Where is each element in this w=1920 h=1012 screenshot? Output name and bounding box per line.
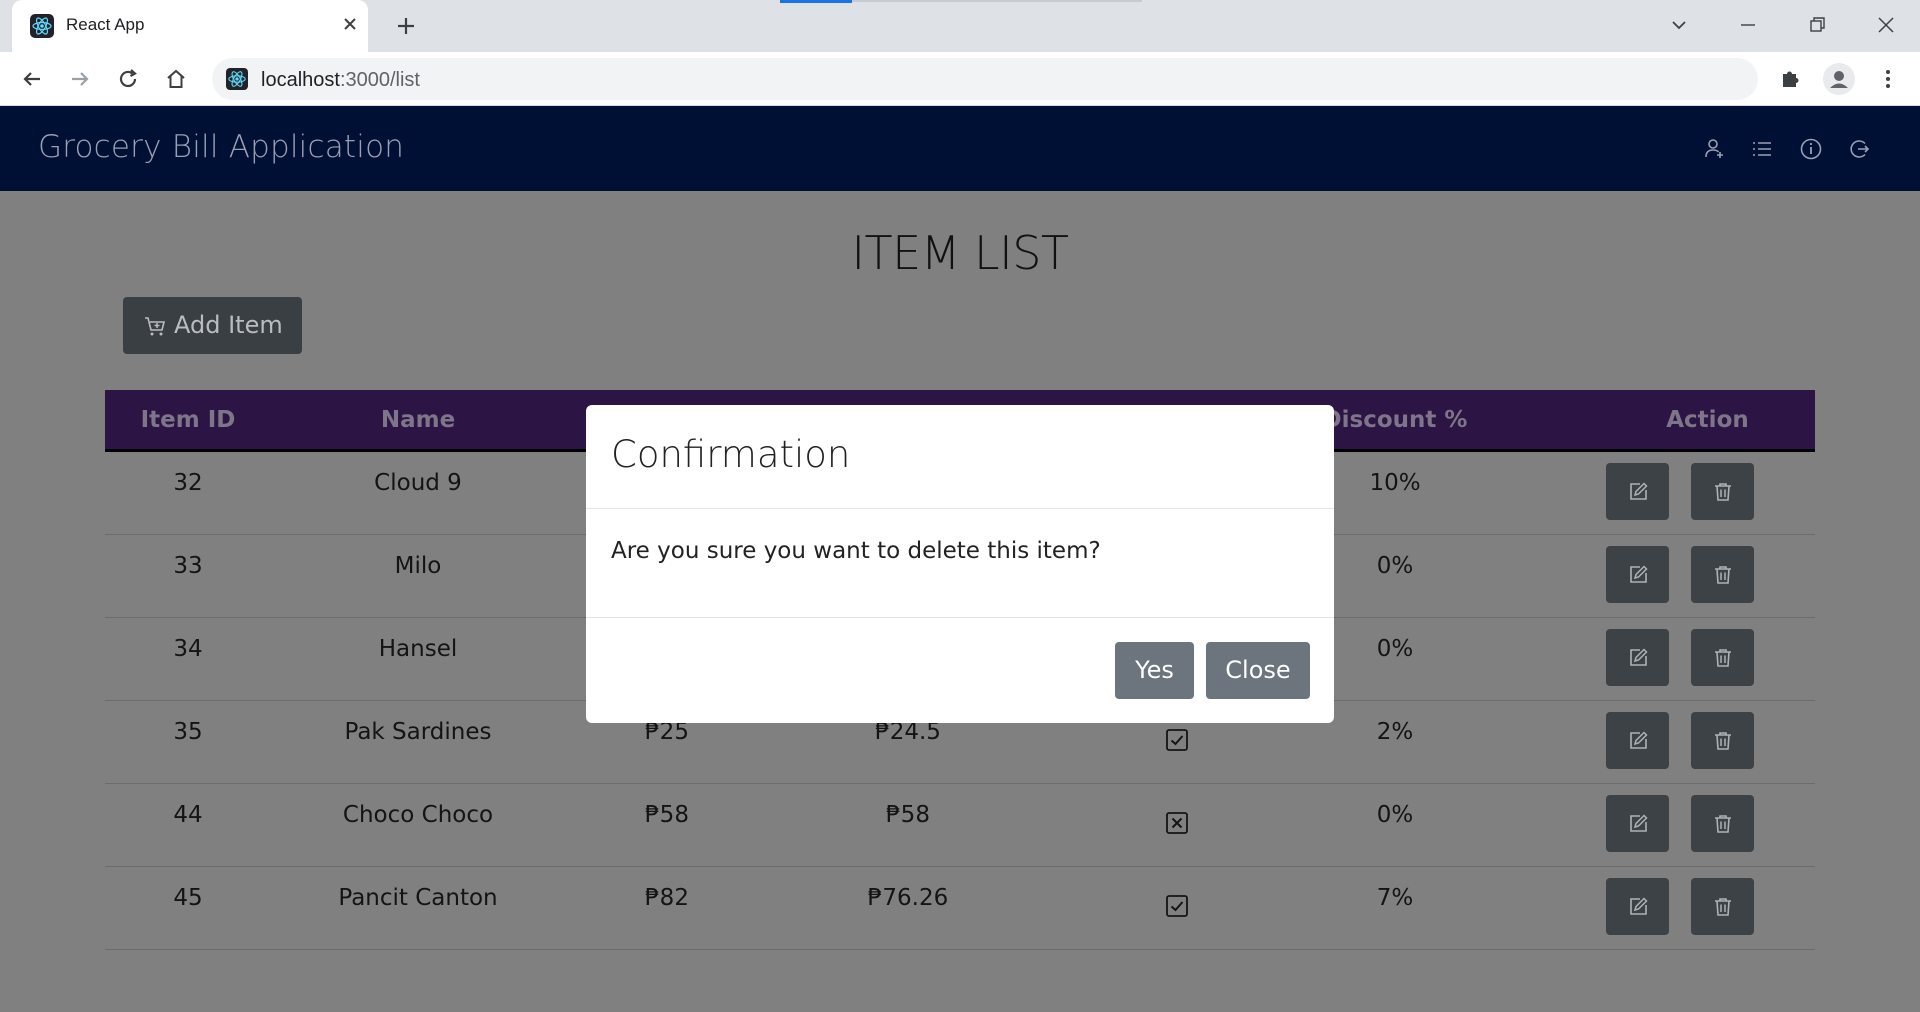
- list-icon[interactable]: [1748, 135, 1776, 163]
- table-row: 45 Pancit Canton ₱82 ₱76.26 7%: [105, 867, 1815, 950]
- item-id-cell: 44: [173, 802, 203, 828]
- column-header-item-id: Item ID: [140, 407, 236, 433]
- new-tab-icon[interactable]: [392, 12, 420, 40]
- edit-button[interactable]: [1606, 795, 1669, 852]
- unchecked-box-icon: [1165, 811, 1189, 835]
- forward-arrow-icon[interactable]: [66, 65, 94, 93]
- app-title[interactable]: Grocery Bill Application: [38, 129, 404, 165]
- loading-indicator: [780, 0, 852, 3]
- modal-divider: [586, 508, 1334, 509]
- item-name-cell: Pancit Canton: [338, 885, 498, 911]
- address-bar[interactable]: localhost:3000/list: [212, 58, 1758, 100]
- url-path: :3000/list: [339, 69, 420, 91]
- modal-message: Are you sure you want to delete this ite…: [611, 538, 1101, 564]
- item-name-cell: Choco Choco: [342, 802, 494, 828]
- browser-menu-icon[interactable]: [1874, 65, 1902, 93]
- item-id-cell: 35: [173, 719, 203, 745]
- reload-icon[interactable]: [114, 65, 142, 93]
- edit-button[interactable]: [1606, 712, 1669, 769]
- browser-tab-strip: React App: [0, 0, 1920, 52]
- item-discount-cell: 7%: [1376, 885, 1414, 911]
- add-item-label: Add Item: [174, 311, 283, 339]
- delete-button[interactable]: [1691, 712, 1754, 769]
- item-discounted-price-cell: ₱76.26: [867, 885, 949, 911]
- user-icon[interactable]: [1700, 135, 1728, 163]
- home-icon[interactable]: [162, 65, 190, 93]
- url-host: localhost: [261, 69, 340, 91]
- react-favicon-icon: [226, 68, 248, 90]
- info-icon[interactable]: [1797, 135, 1825, 163]
- close-button[interactable]: Close: [1206, 642, 1310, 699]
- extensions-puzzle-icon[interactable]: [1776, 65, 1804, 93]
- loading-track: [852, 0, 1142, 2]
- add-item-button[interactable]: Add Item: [123, 297, 302, 354]
- edit-button[interactable]: [1606, 629, 1669, 686]
- restore-icon[interactable]: [1802, 10, 1832, 40]
- browser-toolbar: localhost:3000/list: [0, 52, 1920, 106]
- minimize-icon[interactable]: [1733, 10, 1763, 40]
- table-row: 44 Choco Choco ₱58 ₱58 0%: [105, 784, 1815, 867]
- delete-button[interactable]: [1691, 463, 1754, 520]
- item-discounted-price-cell: ₱58: [886, 802, 930, 828]
- checked-box-icon: [1165, 728, 1189, 752]
- item-price-cell: ₱58: [645, 802, 689, 828]
- edit-button[interactable]: [1606, 546, 1669, 603]
- tab-search-chevron-icon[interactable]: [1664, 10, 1694, 40]
- delete-button[interactable]: [1691, 795, 1754, 852]
- column-header-action: Action: [1666, 407, 1749, 433]
- item-id-cell: 33: [173, 553, 203, 579]
- edit-button[interactable]: [1606, 878, 1669, 935]
- profile-avatar-icon[interactable]: [1823, 63, 1855, 95]
- item-name-cell: Hansel: [378, 636, 458, 662]
- close-window-icon[interactable]: [1871, 10, 1901, 40]
- column-header-name: Name: [380, 407, 456, 433]
- delete-button[interactable]: [1691, 629, 1754, 686]
- app-header: Grocery Bill Application: [0, 106, 1920, 191]
- item-name-cell: Milo: [394, 553, 442, 579]
- cart-plus-icon: [145, 317, 166, 336]
- item-id-cell: 45: [173, 885, 203, 911]
- back-arrow-icon[interactable]: [18, 65, 46, 93]
- browser-tab[interactable]: React App: [12, 0, 368, 52]
- checked-box-icon: [1165, 894, 1189, 918]
- confirmation-modal: Confirmation Are you sure you want to de…: [586, 405, 1334, 723]
- item-price-cell: ₱82: [645, 885, 689, 911]
- item-id-cell: 34: [173, 636, 203, 662]
- modal-title: Confirmation: [611, 433, 851, 476]
- item-name-cell: Pak Sardines: [344, 719, 492, 745]
- item-id-cell: 32: [173, 470, 203, 496]
- delete-button[interactable]: [1691, 878, 1754, 935]
- delete-button[interactable]: [1691, 546, 1754, 603]
- yes-button[interactable]: Yes: [1115, 642, 1194, 699]
- logout-icon[interactable]: [1845, 135, 1873, 163]
- edit-button[interactable]: [1606, 463, 1669, 520]
- url-text: localhost:3000/list: [261, 69, 420, 92]
- tab-close-icon[interactable]: [338, 12, 362, 36]
- page-heading: ITEM LIST: [851, 226, 1069, 280]
- react-favicon-icon: [30, 14, 54, 38]
- tab-title: React App: [66, 15, 145, 34]
- item-name-cell: Cloud 9: [374, 470, 462, 496]
- item-discount-cell: 0%: [1376, 802, 1414, 828]
- modal-divider: [586, 617, 1334, 618]
